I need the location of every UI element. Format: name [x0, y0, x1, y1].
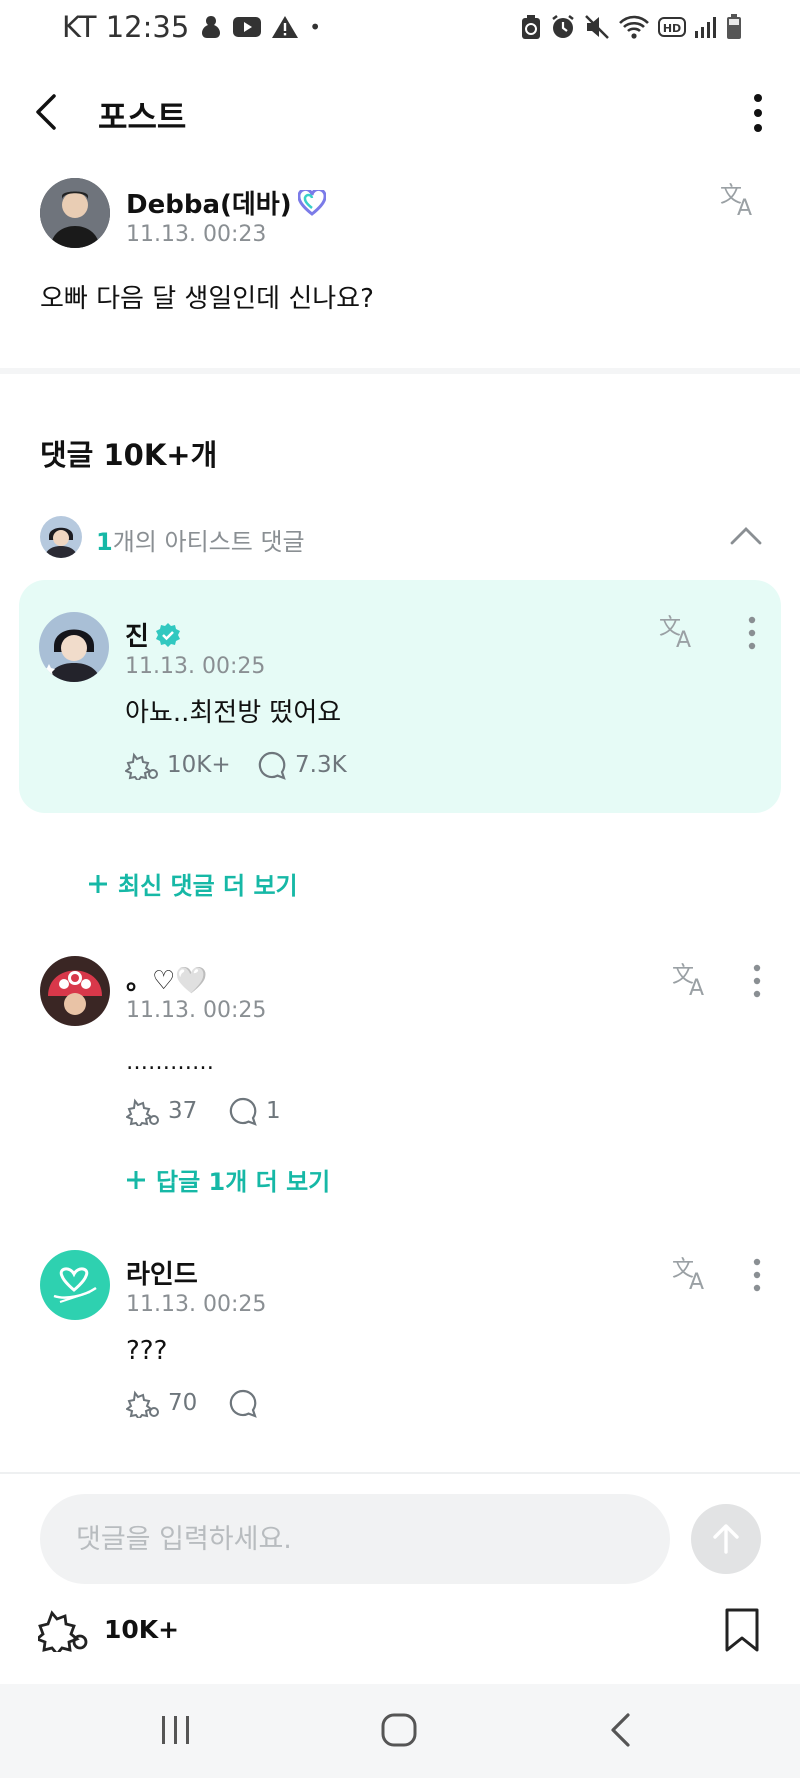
- artist-reply-button[interactable]: 7.3K: [257, 750, 347, 780]
- svg-text:A: A: [689, 976, 704, 998]
- artist-reply-count: 7.3K: [295, 752, 347, 778]
- comment-input-wrapper: [40, 1494, 670, 1584]
- warning-icon: [271, 15, 299, 39]
- comment-date: 11.13. 00:25: [126, 1292, 267, 1317]
- artist-name[interactable]: 진: [125, 616, 181, 653]
- post-author-name[interactable]: Debba(데바): [126, 184, 326, 221]
- comment-date: 11.13. 00:25: [126, 998, 267, 1023]
- plus-icon: [88, 874, 108, 894]
- comment-bubble-icon: [257, 750, 287, 780]
- cheer-icon: [126, 1388, 160, 1418]
- status-right: HD: [520, 14, 742, 40]
- status-left: KT 12:35 •: [62, 10, 321, 44]
- alarm-icon: [550, 14, 576, 40]
- post-text: 오빠 다음 달 생일인데 신나요?: [40, 284, 374, 314]
- hd-icon: HD: [658, 16, 686, 38]
- cheer-icon: [125, 750, 159, 780]
- comment-avatar[interactable]: [40, 1250, 110, 1320]
- chevron-up-icon: [730, 524, 762, 550]
- composer-divider: [0, 1472, 800, 1474]
- artist-avatar[interactable]: [39, 612, 109, 682]
- artist-comment-text: 개의 아티스트 댓글: [112, 528, 305, 556]
- svg-text:A: A: [676, 628, 691, 650]
- verified-badge-icon: [155, 622, 181, 648]
- comment-author[interactable]: 。♡🤍: [126, 960, 208, 997]
- system-back-icon[interactable]: [608, 1712, 634, 1752]
- comment-avatar[interactable]: [40, 956, 110, 1026]
- more-replies-label: 답글 1개 더 보기: [156, 1168, 331, 1196]
- comment-like-button[interactable]: 37: [126, 1096, 197, 1126]
- svg-text:A: A: [737, 196, 752, 218]
- bookmark-icon[interactable]: [724, 1608, 760, 1652]
- artist-comment-text: 아뇨..최전방 떴어요: [125, 698, 342, 728]
- artist-comment-date: 11.13. 00:25: [125, 654, 266, 679]
- artist-mini-avatar: [40, 516, 82, 558]
- cheer-icon: [38, 1606, 90, 1652]
- comment-item: 。♡🤍 11.13. 00:25 文A ………… 37 1 답글 1개 더 보기: [0, 950, 800, 1200]
- cheer-icon: [126, 1096, 160, 1126]
- more-replies-link[interactable]: 답글 1개 더 보기: [126, 1162, 330, 1197]
- comment-like-count: 37: [168, 1098, 198, 1124]
- comment-translate-icon[interactable]: 文A: [670, 960, 712, 1001]
- carrier-time: KT 12:35: [62, 10, 190, 44]
- post-author-avatar[interactable]: [40, 178, 110, 248]
- arrow-up-icon: [709, 1522, 743, 1556]
- post-like-count: 10K+: [104, 1614, 180, 1644]
- comment-like-count: 70: [168, 1390, 198, 1416]
- more-options-button[interactable]: [748, 92, 768, 136]
- artist-like-count: 10K+: [167, 752, 231, 778]
- comment-text: …………: [126, 1050, 214, 1075]
- artist-comment-menu-icon[interactable]: [745, 616, 759, 650]
- plus-icon: [126, 1170, 146, 1190]
- comment-translate-icon[interactable]: 文A: [670, 1254, 712, 1295]
- recycle-icon: [520, 14, 542, 40]
- status-dot: •: [309, 15, 322, 39]
- comment-bubble-icon: [228, 1388, 258, 1418]
- comment-author[interactable]: 라인드: [126, 1254, 198, 1291]
- recents-icon[interactable]: [158, 1714, 194, 1750]
- mute-icon: [584, 14, 610, 40]
- section-divider: [0, 368, 800, 374]
- more-latest-comments-link[interactable]: 최신 댓글 더 보기: [88, 866, 298, 901]
- home-icon[interactable]: [380, 1712, 418, 1752]
- wifi-icon: [618, 14, 650, 40]
- comment-menu-icon[interactable]: [750, 1258, 764, 1292]
- comment-menu-icon[interactable]: [750, 964, 764, 998]
- send-button[interactable]: [691, 1504, 761, 1574]
- post-date: 11.13. 00:23: [126, 222, 267, 247]
- svg-text:A: A: [689, 1270, 704, 1292]
- comments-title: 댓글 10K+개: [40, 438, 218, 472]
- artist-like-button[interactable]: 10K+: [125, 750, 231, 780]
- signal-icon: [694, 15, 718, 39]
- svg-text:HD: HD: [663, 22, 681, 35]
- comment-item: 라인드 11.13. 00:25 文A ??? 70: [0, 1244, 800, 1424]
- more-latest-label: 최신 댓글 더 보기: [118, 872, 298, 900]
- artist-comment-count: 1: [96, 528, 113, 556]
- system-nav-bar: [0, 1684, 800, 1778]
- artist-comments-label: 1개의 아티스트 댓글: [96, 522, 305, 557]
- thread-icon: [199, 14, 223, 40]
- artist-translate-icon[interactable]: 文A: [657, 612, 699, 653]
- artist-comments-toggle[interactable]: 1개의 아티스트 댓글: [40, 514, 770, 560]
- youtube-icon: [233, 16, 262, 38]
- translate-icon[interactable]: 文A: [718, 180, 760, 221]
- post-like-button[interactable]: 10K+: [38, 1606, 179, 1652]
- artist-comment-card: 진 11.13. 00:25 文A 아뇨..최전방 떴어요 10K+ 7.3K: [19, 580, 781, 813]
- status-bar: KT 12:35 • HD: [0, 0, 800, 62]
- comment-reply-count: 1: [266, 1098, 281, 1124]
- artist-name-label: 진: [125, 622, 149, 652]
- comment-reply-button[interactable]: 1: [228, 1096, 281, 1126]
- comment-input[interactable]: [40, 1494, 670, 1584]
- membership-heart-icon: [297, 189, 326, 216]
- comment-bubble-icon: [228, 1096, 258, 1126]
- page-title: 포스트: [98, 98, 187, 136]
- comment-reply-button[interactable]: [228, 1388, 266, 1418]
- comment-like-button[interactable]: 70: [126, 1388, 197, 1418]
- battery-icon: [726, 14, 742, 40]
- post-author-label: Debba(데바): [126, 190, 292, 220]
- back-button[interactable]: [28, 92, 68, 132]
- comment-text: ???: [126, 1336, 168, 1366]
